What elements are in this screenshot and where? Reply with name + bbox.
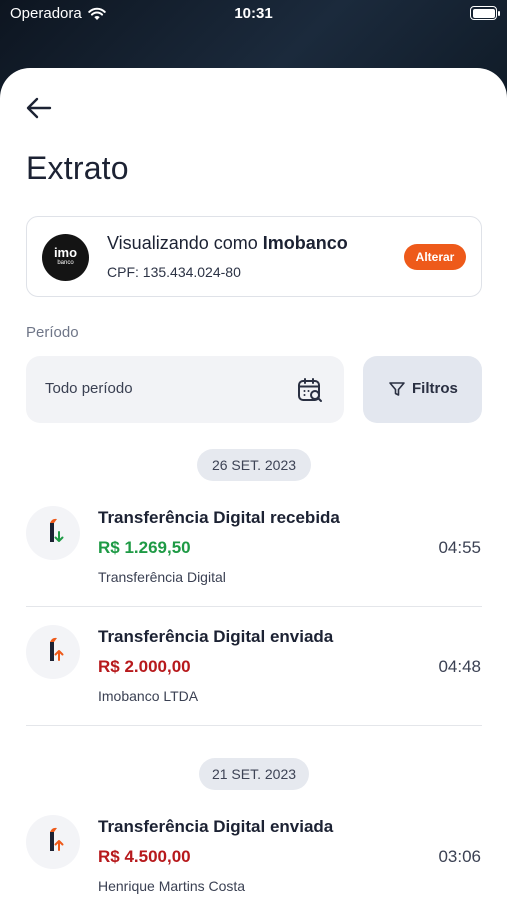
transaction-description: Imobanco LTDA: [98, 688, 199, 704]
back-arrow-icon[interactable]: [24, 94, 56, 122]
battery-icon: [470, 6, 500, 20]
period-label: Período: [26, 324, 79, 341]
period-value: Todo período: [45, 380, 133, 397]
account-name: Imobanco: [262, 233, 348, 253]
viewing-as-prefix: Visualizando como: [107, 233, 263, 253]
transfer-sent-icon: [50, 637, 64, 661]
status-bar: Operadora 10:31: [0, 0, 507, 30]
account-card: imo banco Visualizando como Imobanco CPF…: [26, 216, 482, 297]
transaction-divider: [26, 725, 482, 726]
transaction-icon-container: [26, 815, 80, 869]
transaction-title: Transferência Digital recebida: [98, 508, 340, 527]
bank-logo-sub: banco: [57, 260, 74, 266]
account-cpf: CPF: 135.434.024-80: [107, 264, 241, 280]
statement-sheet: Extrato imo banco Visualizando como Imob…: [0, 68, 507, 900]
transaction-row[interactable]: Transferência Digital recebida R$ 1.269,…: [0, 488, 507, 607]
bank-logo: imo banco: [42, 234, 89, 281]
change-account-button[interactable]: Alterar: [404, 244, 466, 270]
transaction-amount: R$ 2.000,00: [98, 657, 191, 676]
filters-button[interactable]: Filtros: [363, 356, 482, 423]
transaction-title: Transferência Digital enviada: [98, 627, 334, 646]
calendar-search-icon: [298, 378, 322, 402]
transaction-amount: R$ 1.269,50: [98, 538, 191, 557]
transaction-row[interactable]: Transferência Digital enviada R$ 2.000,0…: [0, 607, 507, 726]
bank-logo-main: imo: [53, 245, 78, 260]
transaction-time: 04:55: [438, 538, 481, 557]
transaction-time: 03:06: [438, 847, 481, 866]
date-separator: 26 SET. 2023: [197, 449, 311, 481]
transaction-title: Transferência Digital enviada: [98, 817, 334, 836]
transaction-time: 04:48: [438, 657, 481, 676]
filters-label: Filtros: [412, 380, 458, 397]
status-time: 10:31: [234, 5, 273, 22]
filter-icon: [389, 382, 405, 396]
viewing-as-text: Visualizando como Imobanco: [107, 233, 348, 254]
transaction-icon-container: [26, 625, 80, 679]
transaction-icon-container: [26, 506, 80, 560]
transfer-received-icon: [50, 518, 64, 542]
transaction-description: Transferência Digital: [98, 569, 226, 585]
transfer-sent-icon: [50, 827, 64, 851]
transaction-description: Henrique Martins Costa: [98, 878, 246, 894]
date-separator: 21 SET. 2023: [199, 758, 309, 790]
transaction-amount: R$ 4.500,00: [98, 847, 191, 866]
page-title: Extrato: [26, 150, 129, 186]
transaction-row[interactable]: Transferência Digital enviada R$ 4.500,0…: [0, 797, 507, 900]
period-selector[interactable]: Todo período: [26, 356, 344, 423]
